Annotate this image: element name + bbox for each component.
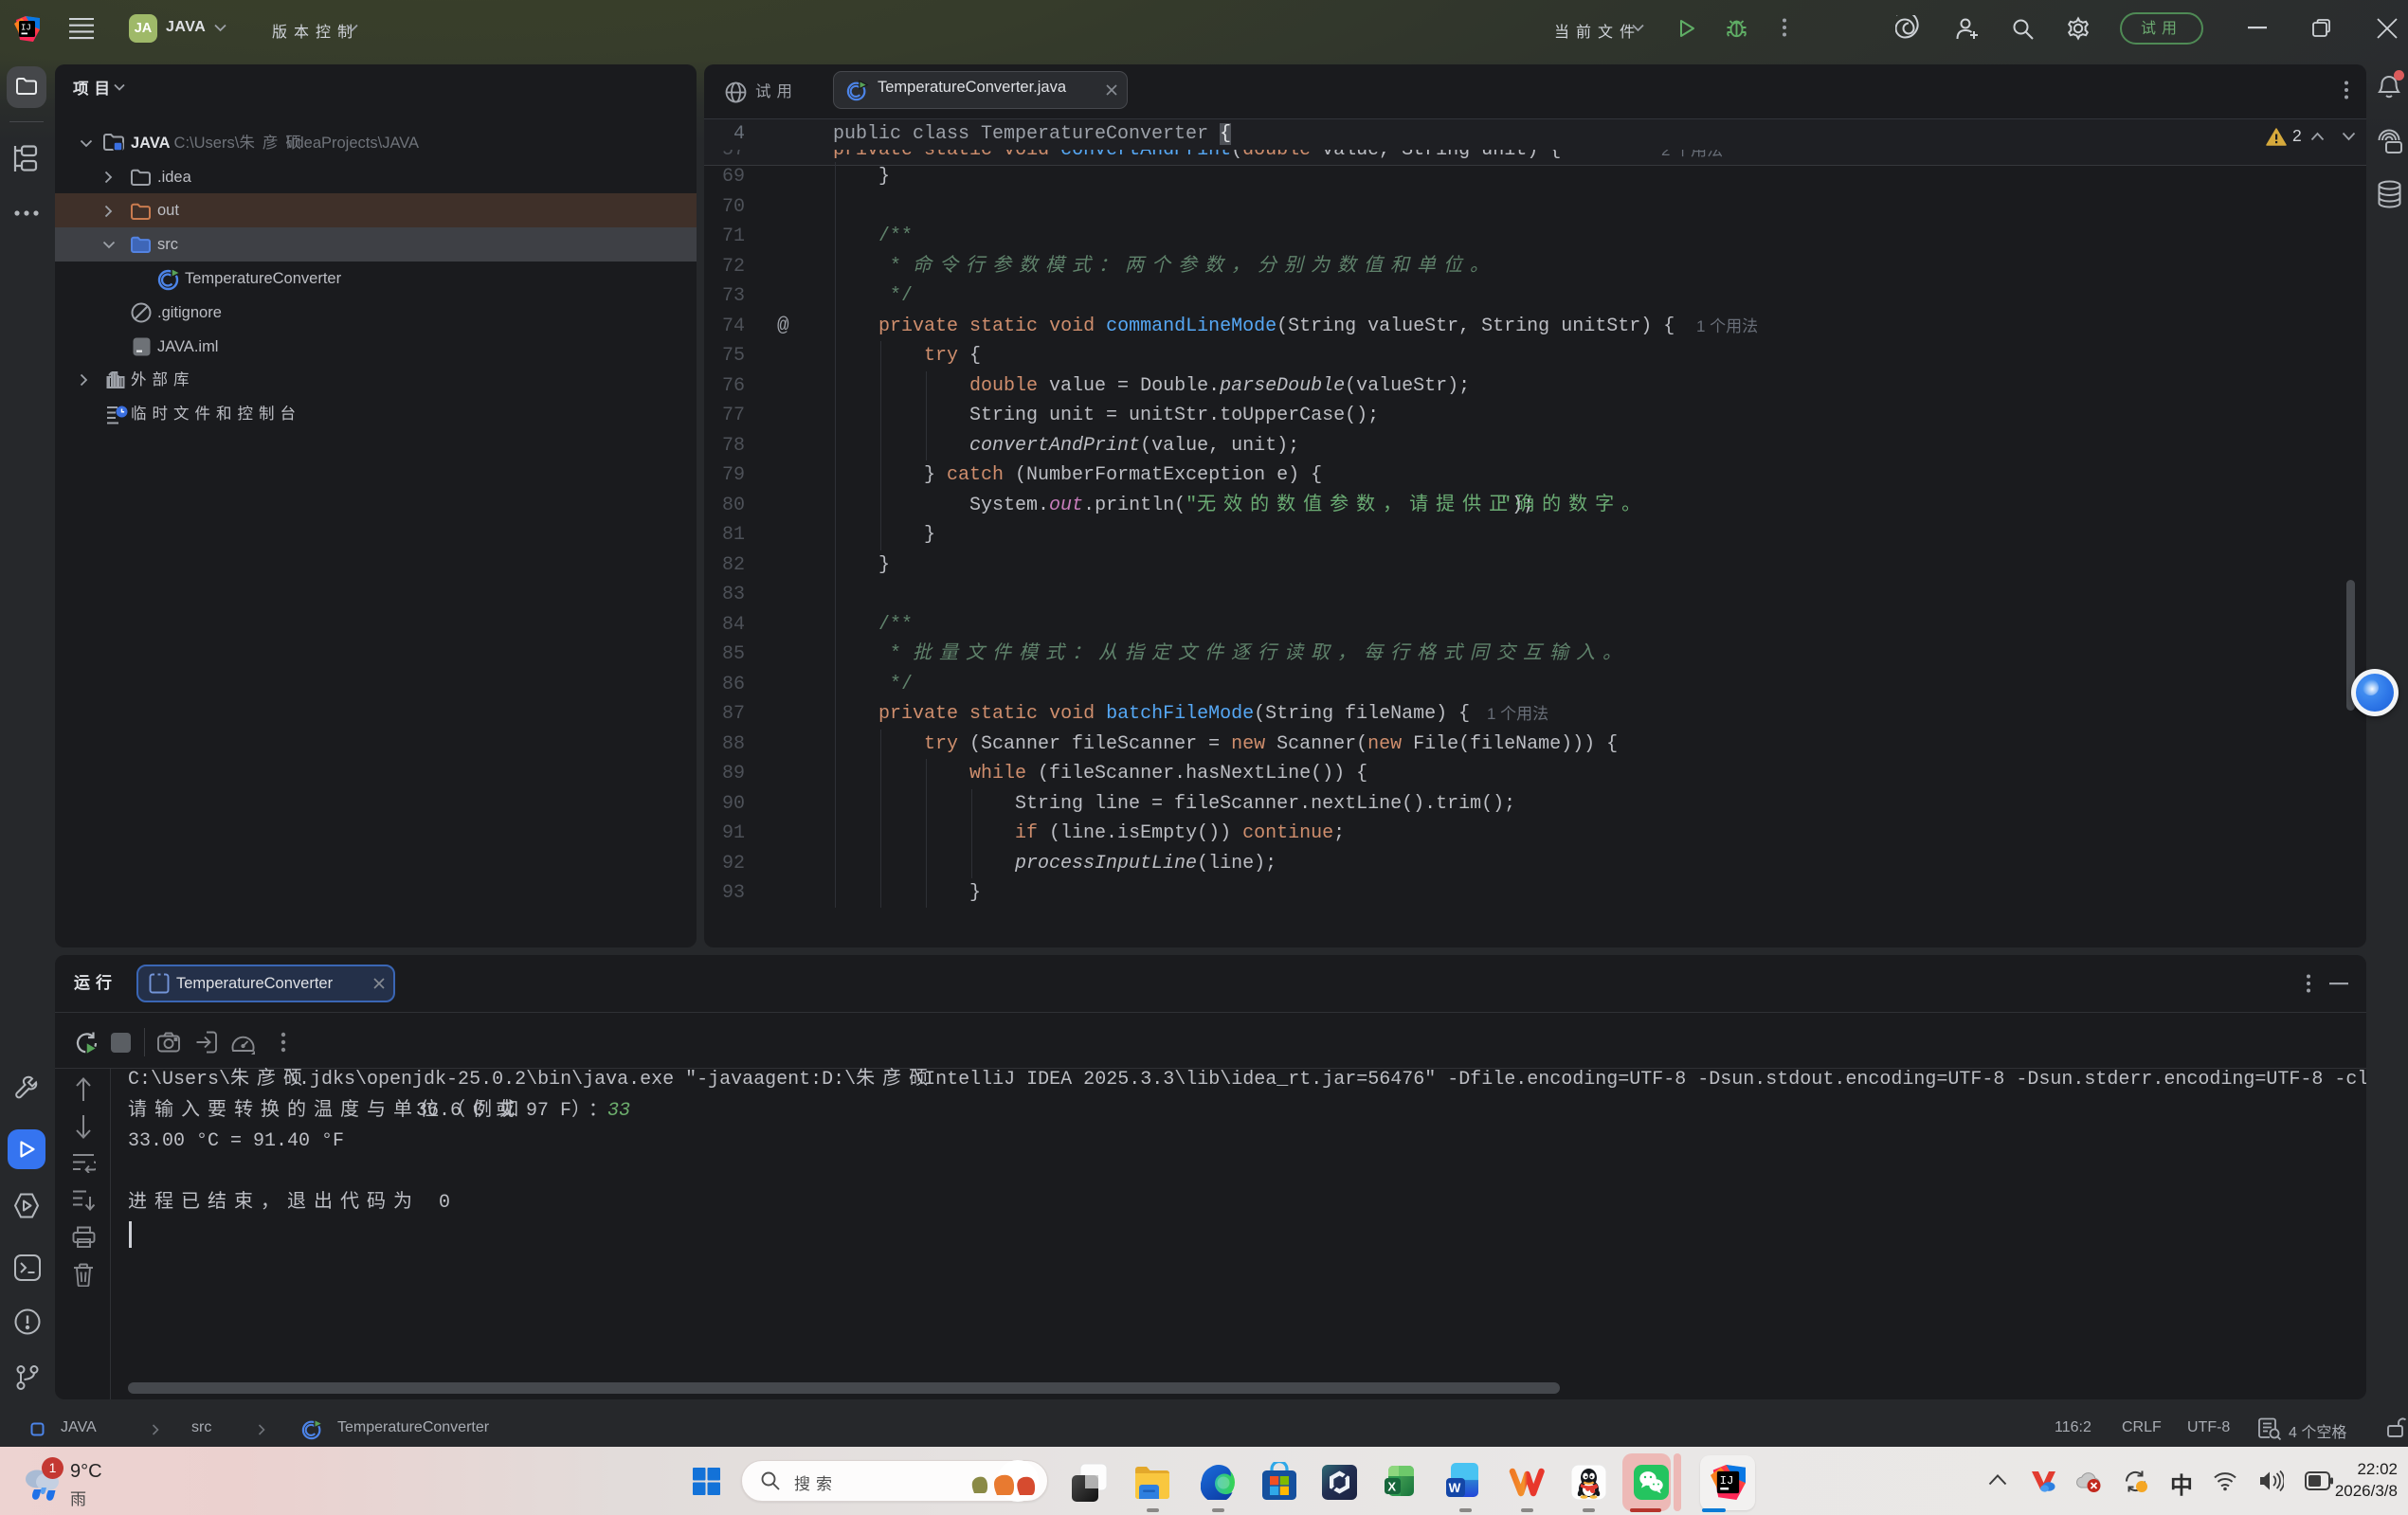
svg-text:IJ: IJ	[1720, 1474, 1734, 1488]
svg-text:W: W	[1449, 1481, 1461, 1495]
svg-text:X: X	[1387, 1480, 1396, 1494]
svg-text:IJ: IJ	[21, 24, 31, 33]
